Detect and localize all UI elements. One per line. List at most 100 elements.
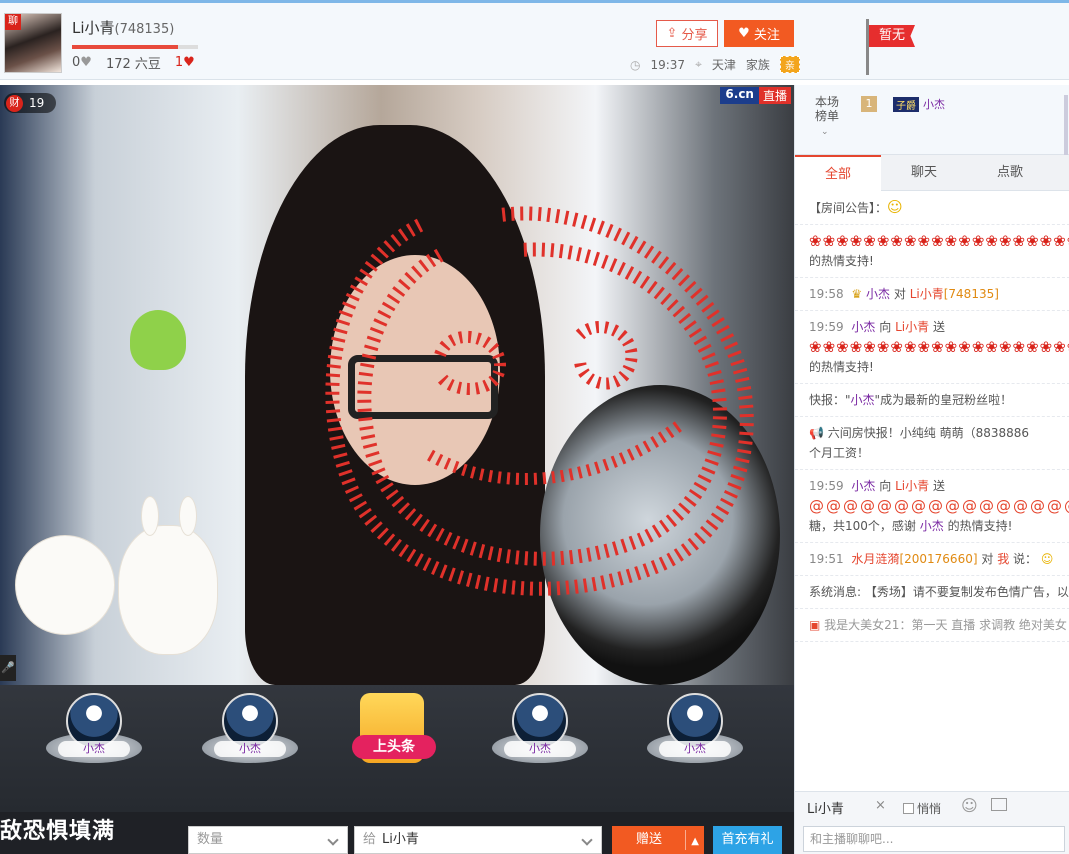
level-progress-fill xyxy=(72,45,178,49)
megaphone-icon: 📢 xyxy=(809,426,824,440)
list-item: 19:59 小杰 向 Li小青 送 ❀❀❀❀❀❀❀❀❀❀❀❀❀❀❀❀❀❀❀❀❀❀… xyxy=(795,311,1069,384)
lollipop-gift-animation xyxy=(325,206,754,596)
megaphone-icon: ▣ xyxy=(809,618,821,632)
follow-label: 关注 xyxy=(753,28,780,43)
chat-target[interactable]: Li小青 xyxy=(807,798,844,817)
rank-item[interactable]: 小杰 xyxy=(645,693,745,783)
user-link[interactable]: 小杰 xyxy=(851,320,875,334)
crown-icon: ♛ xyxy=(851,287,863,301)
list-item: 📢 六间房快报！小纯纯 萌萌（8838886 个月工资！ xyxy=(795,417,1069,470)
rank-tag: 子爵 xyxy=(893,96,919,112)
heart-icon: ♥ xyxy=(738,26,750,41)
share-button[interactable]: ⇪ 分享 xyxy=(656,20,718,47)
grey-heart-icon: ♥ xyxy=(80,55,92,70)
scrollbar[interactable] xyxy=(1064,95,1068,163)
recipient-name: Li小青 xyxy=(382,832,419,847)
rank-number: 1 xyxy=(861,96,877,112)
rank-item[interactable]: 小杰 xyxy=(44,693,144,783)
session-ranking[interactable]: 本场榜单 ⌄ 1 子爵 小杰 xyxy=(795,85,1069,163)
bear-sticker xyxy=(15,535,115,635)
top-fan-name: 小杰 xyxy=(923,98,945,111)
user-link[interactable]: 小杰 xyxy=(851,479,875,493)
fortune-value: 19 xyxy=(29,96,45,110)
image-icon[interactable] xyxy=(991,798,1007,811)
avatar-badge: 聊 xyxy=(5,14,21,30)
fortune-counter[interactable]: 财 19 xyxy=(4,93,57,113)
room-notice: 【房间公告】： xyxy=(809,201,888,215)
list-item: 19:58 ♛ 小杰 对 Li小青[748135] xyxy=(795,278,1069,311)
host-avatar[interactable]: 聊 xyxy=(4,13,62,73)
family-label: 家族 xyxy=(745,58,770,72)
room-meta: ◷ 19:37 ⌖ 天津 家族 亲 xyxy=(630,56,800,73)
bunny-sticker xyxy=(118,496,218,655)
location-icon: ⌖ xyxy=(695,57,702,71)
tab-chat[interactable]: 聊天 xyxy=(881,155,967,191)
headline-button[interactable]: 上头条 xyxy=(352,693,436,779)
level-progress-bar xyxy=(72,45,198,49)
top-fan[interactable]: 子爵 小杰 xyxy=(893,96,945,112)
quantity-placeholder: 数量 xyxy=(197,832,224,847)
headline-label: 上头条 xyxy=(352,735,436,759)
ranking-flag[interactable]: 暂无 xyxy=(864,19,924,77)
rose-gift-icons: ❀❀❀❀❀❀❀❀❀❀❀❀❀❀❀❀❀❀❀❀❀❀❀❀❀❀ xyxy=(809,232,1069,250)
user-link[interactable]: 小杰 xyxy=(866,287,890,301)
chat-tabs: 全部 聊天 点歌 xyxy=(795,155,1069,191)
chevron-down-icon xyxy=(581,834,593,846)
stat-zero: 0♥ xyxy=(72,55,92,70)
emoji-icon[interactable]: ☺ xyxy=(961,796,978,815)
chat-input[interactable]: 和主播聊聊吧... xyxy=(803,826,1065,852)
tab-all[interactable]: 全部 xyxy=(795,155,881,191)
room-header: 聊 Li小青(748135) 0♥ 172 六豆 1♥ ⇪ 分享 ♥ 关注 ◷ … xyxy=(0,0,1069,80)
gift-quantity-select[interactable]: 数量 xyxy=(188,826,348,854)
host-link[interactable]: Li小青 xyxy=(910,287,944,301)
private-toggle[interactable]: 悄悄 xyxy=(903,800,941,817)
host-link[interactable]: Li小青 xyxy=(895,479,929,493)
family-tag[interactable]: 亲 xyxy=(779,56,800,73)
fan-name: 小杰 xyxy=(58,741,130,757)
gift-bar: 敌恐惧填满 数量 给 Li小青 赠送 ▲ 首充有礼 xyxy=(0,812,794,854)
rose-gift-icons: ❀❀❀❀❀❀❀❀❀❀❀❀❀❀❀❀❀❀❀❀❀❀ xyxy=(809,338,1069,356)
share-icon: ⇪ xyxy=(666,26,678,41)
song-lyric-marquee: 敌恐惧填满 xyxy=(0,819,116,844)
private-checkbox[interactable] xyxy=(903,803,914,814)
gift-recipient-select[interactable]: 给 Li小青 xyxy=(354,826,602,854)
room-time: 19:37 xyxy=(650,57,686,72)
smile-icon: ☺ xyxy=(887,198,903,216)
list-item: ▣ 我是大美女21：第一天 直播 求调教 绝对美女 xyxy=(795,609,1069,642)
site-logo: 6.cn 直播 xyxy=(720,87,791,104)
room-id: (748135) xyxy=(114,22,175,37)
send-gift-button[interactable]: 赠送 ▲ xyxy=(612,826,704,854)
follow-button[interactable]: ♥ 关注 xyxy=(724,20,794,47)
host-link[interactable]: Li小青 xyxy=(895,320,929,334)
chevron-down-icon xyxy=(327,834,339,846)
bunny-ear xyxy=(179,496,197,536)
list-item: 系统消息: 【秀场】请不要复制发布色情广告，以 xyxy=(795,576,1069,609)
microphone-icon[interactable]: 🎤 xyxy=(0,655,16,681)
list-item: 【房间公告】：☺ xyxy=(795,191,1069,225)
flag-pole xyxy=(866,19,869,75)
rank-item[interactable]: 小杰 xyxy=(490,693,590,783)
host-name-text: Li小青 xyxy=(72,19,115,37)
clock-icon: ◷ xyxy=(630,57,641,72)
lollipop-gift-icons: @@@@@@@@@@@@@@@@@@@@@@@@@@@@@@ xyxy=(809,497,1069,515)
caret-up-icon[interactable]: ▲ xyxy=(691,828,699,854)
chevron-down-icon[interactable]: ⌄ xyxy=(821,127,829,137)
plant-figure xyxy=(130,310,186,370)
list-item: 19:51 水月涟漪[200176660] 对 我 说： ☺ xyxy=(795,543,1069,576)
share-label: 分享 xyxy=(681,28,708,43)
close-icon[interactable]: × xyxy=(875,798,886,813)
heart-icon: ♥ xyxy=(183,55,195,70)
first-recharge-button[interactable]: 首充有礼 xyxy=(713,826,782,854)
user-link[interactable]: 小杰 xyxy=(851,393,875,407)
user-link[interactable]: 水月涟漪 xyxy=(851,552,899,566)
message-list[interactable]: 【房间公告】：☺ ❀❀❀❀❀❀❀❀❀❀❀❀❀❀❀❀❀❀❀❀❀❀❀❀❀❀ 的热情支… xyxy=(795,191,1069,781)
fan-name: 小杰 xyxy=(659,741,731,757)
host-name: Li小青(748135) xyxy=(72,17,174,38)
tab-song[interactable]: 点歌 xyxy=(967,155,1053,191)
live-video[interactable]: 财 19 6.cn 直播 🎤 xyxy=(0,85,794,685)
rank-item[interactable]: 小杰 xyxy=(200,693,300,783)
smile-icon: ☺ xyxy=(1040,552,1054,566)
fan-ranking-strip: 小杰 小杰 上头条 小杰 小杰 xyxy=(0,685,794,812)
room-city: 天津 xyxy=(711,58,736,72)
host-stats: 0♥ 172 六豆 1♥ xyxy=(72,53,195,72)
